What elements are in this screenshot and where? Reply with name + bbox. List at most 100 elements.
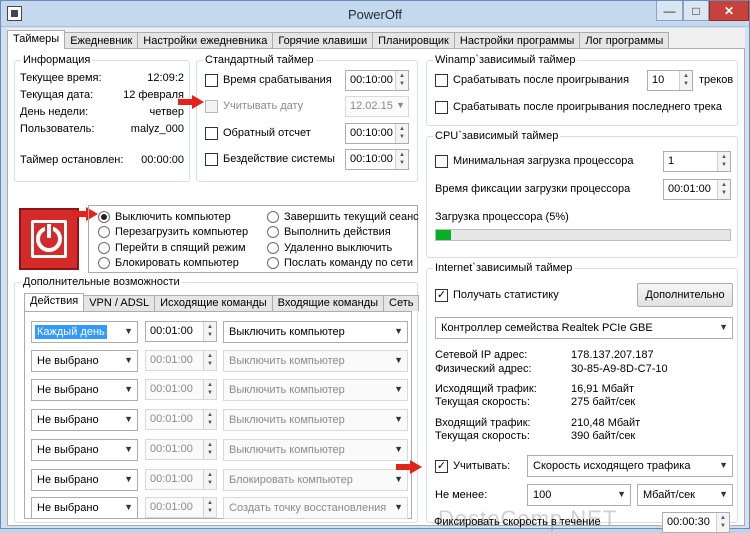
time-input[interactable]: 00:01:00 ▲ ▼: [145, 439, 217, 460]
action-select[interactable]: Выключить компьютер ▼: [223, 350, 408, 372]
title-bar[interactable]: PowerOff — □ ✕: [1, 1, 749, 27]
radio-logoff[interactable]: [267, 211, 279, 223]
adapter-select[interactable]: Контроллер семейства Realtek PCIe GBE ▼: [435, 317, 733, 339]
use-date-checkbox[interactable]: [205, 100, 218, 113]
min-value-select[interactable]: 100 ▼: [527, 484, 631, 506]
time-spinner[interactable]: ▲ ▼: [203, 322, 216, 341]
subtab-outgoing[interactable]: Исходящие команды: [154, 295, 273, 311]
cpu-fix-time-spinner[interactable]: ▲ ▼: [717, 180, 730, 199]
tab-timers[interactable]: Таймеры: [7, 30, 66, 49]
subtab-actions[interactable]: Действия: [24, 293, 85, 311]
day-select[interactable]: Не выбрано ▼: [31, 350, 138, 372]
winamp-last-track-label: Срабатывать после проигрывания последнег…: [453, 101, 722, 113]
day-select[interactable]: Не выбрано ▼: [31, 409, 138, 431]
radio-run-actions[interactable]: [267, 226, 279, 238]
idle-input[interactable]: 00:10:00 ▲ ▼: [345, 149, 409, 170]
chevron-down-icon: ▼: [719, 460, 728, 470]
in-speed-label: Текущая скорость:: [435, 430, 530, 442]
time-input[interactable]: 00:01:00 ▲ ▼: [145, 497, 217, 518]
info-label-time: Текущее время:: [20, 72, 102, 84]
cpu-min-load-spinner[interactable]: ▲ ▼: [717, 152, 730, 171]
unit-select[interactable]: Мбайт/сек ▼: [637, 484, 733, 506]
time-input[interactable]: 00:01:00 ▲ ▼: [145, 321, 217, 342]
countdown-input[interactable]: 00:10:00 ▲ ▼: [345, 123, 409, 144]
day-value: Не выбрано: [37, 355, 99, 367]
tracks-value: 10: [652, 74, 665, 86]
trigger-time-checkbox[interactable]: [205, 74, 218, 87]
countdown-checkbox[interactable]: [205, 127, 218, 140]
radio-remote-shutdown[interactable]: [267, 242, 279, 254]
tracks-spinner[interactable]: ▲ ▼: [679, 71, 692, 90]
cpu-min-load-checkbox[interactable]: [435, 155, 448, 168]
winamp-last-track-checkbox[interactable]: [435, 101, 448, 114]
action-select[interactable]: Блокировать компьютер ▼: [223, 469, 408, 491]
tab-program-settings[interactable]: Настройки программы: [453, 32, 581, 49]
day-select[interactable]: Каждый день ▼: [31, 321, 138, 343]
chevron-down-icon: ▼: [124, 355, 133, 365]
subtab-incoming[interactable]: Входящие команды: [271, 295, 385, 311]
minimize-button[interactable]: —: [656, 1, 683, 21]
action-select[interactable]: Выключить компьютер ▼: [223, 409, 408, 431]
consider-checkbox[interactable]: ✓: [435, 460, 448, 473]
time-spinner[interactable]: ▲ ▼: [203, 351, 216, 370]
get-stats-checkbox[interactable]: ✓: [435, 289, 448, 302]
chevron-down-icon: ▼: [394, 384, 403, 394]
action-row-6: Не выбрано ▼ 00:01:00 ▲ ▼ Блокировать компь…: [25, 462, 413, 492]
timer-status-label: Таймер остановлен:: [20, 154, 124, 166]
tab-planner-settings[interactable]: Настройки ежедневника: [137, 32, 274, 49]
tab-hotkeys[interactable]: Горячие клавиши: [272, 32, 374, 49]
radio-sleep[interactable]: [98, 242, 110, 254]
time-input[interactable]: 00:01:00 ▲ ▼: [145, 469, 217, 490]
action-select[interactable]: Выключить компьютер ▼: [223, 439, 408, 461]
radio-shutdown[interactable]: [98, 211, 110, 223]
actions-group: Выключить компьютер Перезагрузить компью…: [88, 205, 419, 273]
red-arrow-icon: [396, 460, 422, 474]
radio-lock[interactable]: [98, 257, 110, 269]
action-select[interactable]: Создать точку восстановления ▼: [223, 497, 408, 519]
winamp-after-play-checkbox[interactable]: [435, 74, 448, 87]
cpu-fix-time-input[interactable]: 00:01:00 ▲ ▼: [663, 179, 731, 200]
tab-program-log[interactable]: Лог программы: [579, 32, 670, 49]
time-spinner[interactable]: ▲ ▼: [203, 380, 216, 399]
day-select[interactable]: Не выбрано ▼: [31, 497, 138, 519]
trigger-time-input[interactable]: 00:10:00 ▲ ▼: [345, 70, 409, 91]
cpu-fix-time-label: Время фиксации загрузки процессора: [435, 183, 631, 195]
tracks-input[interactable]: 10 ▲ ▼: [647, 70, 693, 91]
tab-scheduler[interactable]: Планировщик: [372, 32, 455, 49]
time-spinner[interactable]: ▲ ▼: [203, 498, 216, 517]
subtab-vpn[interactable]: VPN / ADSL: [83, 295, 156, 311]
more-button[interactable]: Дополнительно: [637, 283, 733, 307]
cpu-min-load-input[interactable]: 1 ▲ ▼: [663, 151, 731, 172]
info-group-title: Информация: [21, 54, 93, 66]
timer-status-value: 00:00:00: [141, 154, 184, 166]
tab-planner[interactable]: Ежедневник: [64, 32, 139, 49]
day-select[interactable]: Не выбрано ▼: [31, 439, 138, 461]
time-input[interactable]: 00:01:00 ▲ ▼: [145, 350, 217, 371]
day-select[interactable]: Не выбрано ▼: [31, 379, 138, 401]
time-spinner[interactable]: ▲ ▼: [203, 470, 216, 489]
time-spinner[interactable]: ▲ ▼: [203, 410, 216, 429]
date-picker[interactable]: 12.02.15 ▼: [345, 96, 409, 117]
fix-speed-spinner[interactable]: ▲ ▼: [716, 513, 729, 532]
time-input[interactable]: 00:01:00 ▲ ▼: [145, 379, 217, 400]
consider-select[interactable]: Скорость исходящего трафика ▼: [527, 455, 733, 477]
close-button[interactable]: ✕: [709, 1, 749, 21]
idle-checkbox[interactable]: [205, 153, 218, 166]
maximize-button[interactable]: □: [683, 1, 709, 21]
fix-speed-input[interactable]: 00:00:30 ▲ ▼: [662, 512, 730, 533]
action-row-3: Не выбрано ▼ 00:01:00 ▲ ▼ Выключить компьют…: [25, 372, 413, 402]
trigger-time-spinner[interactable]: ▲ ▼: [395, 71, 408, 90]
action-select[interactable]: Выключить компьютер ▼: [223, 321, 408, 343]
time-spinner[interactable]: ▲ ▼: [203, 440, 216, 459]
info-label-date: Текущая дата:: [20, 89, 94, 101]
radio-restart[interactable]: [98, 226, 110, 238]
subtab-network[interactable]: Сеть: [383, 295, 420, 311]
idle-spinner[interactable]: ▲ ▼: [395, 150, 408, 169]
chevron-down-icon: ▼: [617, 489, 626, 499]
unit-value: Мбайт/сек: [643, 489, 695, 501]
day-select[interactable]: Не выбрано ▼: [31, 469, 138, 491]
action-select[interactable]: Выключить компьютер ▼: [223, 379, 408, 401]
radio-send-command[interactable]: [267, 257, 279, 269]
time-input[interactable]: 00:01:00 ▲ ▼: [145, 409, 217, 430]
countdown-spinner[interactable]: ▲ ▼: [395, 124, 408, 143]
